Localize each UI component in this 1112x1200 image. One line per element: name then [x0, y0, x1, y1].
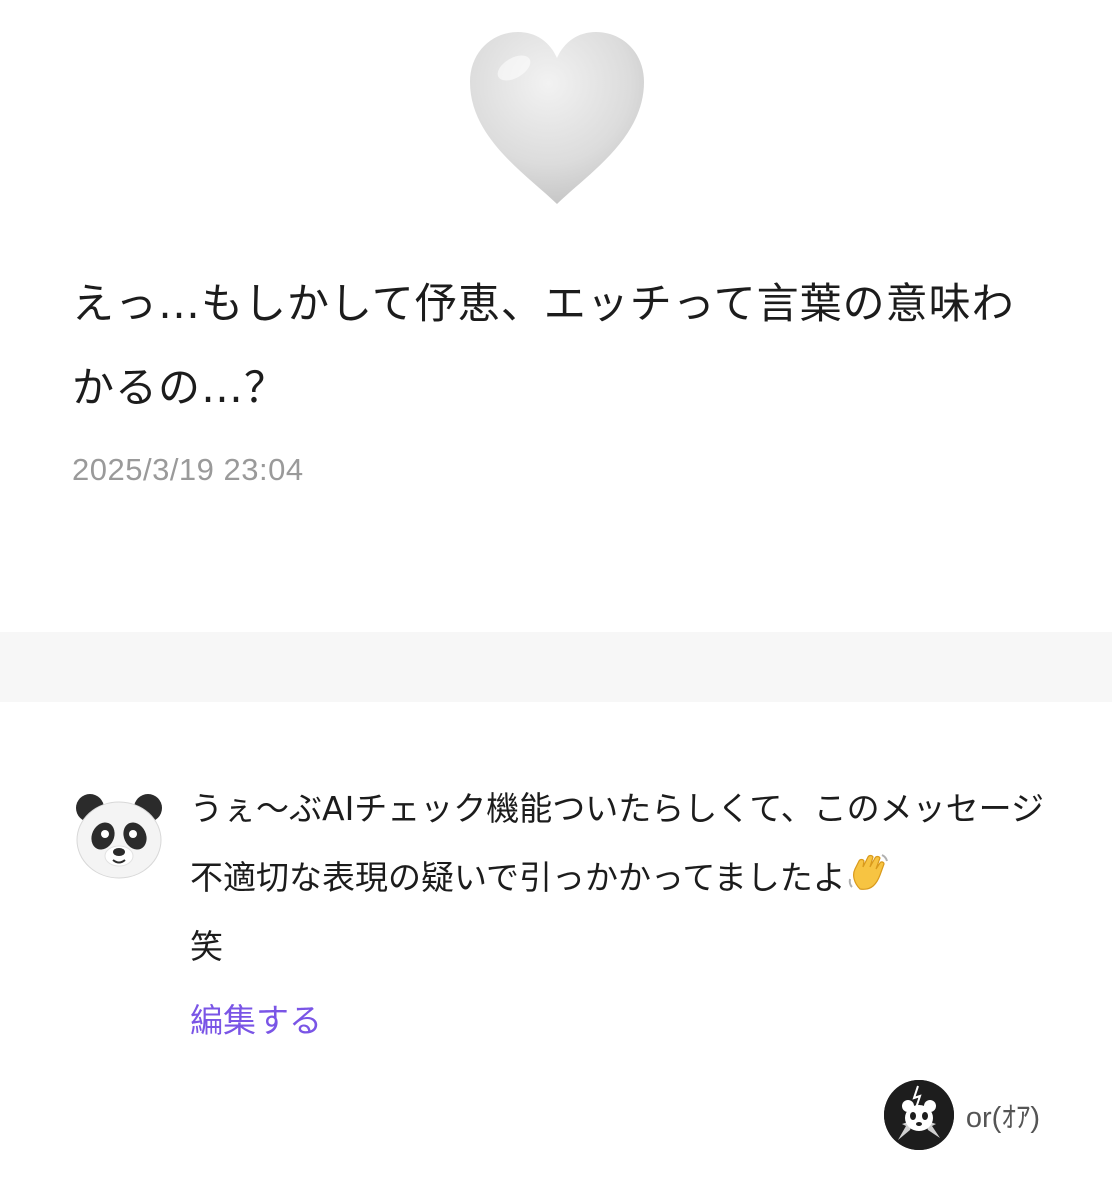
white-heart-icon [466, 28, 648, 208]
author-badge[interactable]: or(ｵｱ) [883, 1080, 1040, 1150]
edit-button[interactable]: 編集する [190, 994, 322, 1042]
post-timestamp: 2025/3/19 23:04 [72, 452, 304, 487]
panda-face-icon [74, 792, 164, 880]
reply-text-tail: 笑 [190, 927, 223, 966]
waving-hand-icon [846, 849, 892, 895]
section-divider [0, 632, 1112, 702]
reply-text-main: うぇ〜ぶAIチェック機能ついたらしくて、このメッセージ不適切な表現の疑いで引っか… [190, 789, 1045, 897]
author-name: or(ｵｱ) [965, 1102, 1040, 1134]
reply-text: うぇ〜ぶAIチェック機能ついたらしくて、このメッセージ不適切な表現の疑いで引っか… [190, 774, 1050, 981]
post-text: えっ…もしかして伃恵、エッチって言葉の意味わかるの…？ [72, 279, 1015, 412]
author-avatar [883, 1080, 954, 1150]
